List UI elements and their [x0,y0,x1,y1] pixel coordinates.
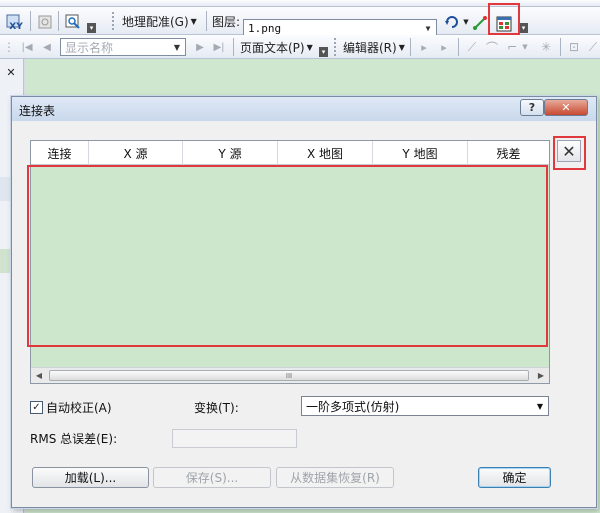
point-icon[interactable]: ✳ [538,38,554,56]
toolbar-overflow-icon[interactable]: ▾ [319,47,328,57]
dialog-titlebar[interactable]: 连接表 ? ✕ [12,97,596,121]
editor-menu[interactable]: 编辑器(R) ▼ [343,38,405,56]
next-page-icon[interactable]: ▶ [192,38,208,56]
dialog-title: 连接表 [19,104,56,118]
column-header-x-map[interactable]: X 地图 [278,141,373,165]
highlight-delete-link-button [553,136,586,170]
rms-error-label: RMS 总误差(E): [30,432,118,446]
display-name-input[interactable]: 显示名称 ▼ [60,38,186,56]
link-table-header: 连接 X 源 Y 源 X 地图 Y 地图 残差 [31,141,549,165]
chevron-down-icon: ▼ [536,401,544,411]
horizontal-scrollbar[interactable]: ◀ III ▶ [31,367,549,383]
link-table-dialog: 连接表 ? ✕ 连接 X 源 Y 源 X 地图 Y 地图 残差 ◀ III ▶ … [11,96,597,508]
toolbar-grip-icon: ⋮ [3,40,15,54]
chevron-down-icon: ▼ [306,42,313,52]
georeferencing-menu[interactable]: 地理配准(G) ▼ [122,12,197,30]
help-button[interactable]: ? [520,99,544,116]
scrollbar-thumb[interactable]: III [49,370,529,381]
edit-annotation-icon[interactable]: ▸ [436,38,452,56]
zoom-to-layer-icon[interactable] [64,13,82,31]
close-icon[interactable]: ✕ [4,65,18,79]
layout-toolbar: ⋮ |◀ ◀ 显示名称 ▼ ▶ ▶| 页面文本(P) ▼ ▾ 编辑器(R) ▼ … [0,35,600,59]
reshape-icon[interactable]: ⟋ [586,38,600,56]
first-page-icon[interactable]: |◀ [18,38,36,56]
scroll-left-icon[interactable]: ◀ [31,368,47,383]
column-header-y-map[interactable]: Y 地图 [373,141,468,165]
last-page-icon[interactable]: ▶| [210,38,228,56]
xy-tool-icon[interactable]: XY [8,20,24,34]
toolbar-overflow-icon[interactable]: ▾ [87,23,96,33]
edit-tool-icon[interactable]: ▸ [416,38,432,56]
load-button[interactable]: 加载(L)... [32,467,149,488]
chevron-down-icon: ▼ [425,23,431,33]
edit-vertices-icon[interactable]: ⊡ [566,38,582,56]
dialog-close-button[interactable]: ✕ [544,99,588,116]
transform-label: 变换(T): [194,401,239,415]
column-header-link[interactable]: 连接 [31,141,89,165]
chevron-down-icon: ▼ [190,16,197,26]
auto-adjust-label: 自动校正(A) [46,401,112,415]
highlight-table-body [27,165,548,347]
column-header-residual[interactable]: 残差 [468,141,549,165]
rms-error-field [172,429,297,448]
straight-segment-icon[interactable]: ⟋ [464,38,480,56]
trace-icon[interactable]: ⌐ [504,38,520,56]
ok-button[interactable]: 确定 [478,467,551,488]
chevron-down-icon: ▼ [173,42,181,52]
auto-adjust-checkbox[interactable]: ✓ 自动校正(A) [30,399,112,416]
chevron-down-icon: ▼ [398,42,405,52]
scroll-right-icon[interactable]: ▶ [533,368,549,383]
checkmark-icon: ✓ [30,401,43,414]
end-point-arc-icon[interactable]: ⌒ [484,38,500,56]
page-text-menu[interactable]: 页面文本(P) ▼ [240,38,313,56]
rotate-icon[interactable] [441,12,463,32]
previous-page-icon[interactable]: ◀ [38,38,56,56]
toolbar-overflow-icon[interactable]: ▾ [519,23,528,33]
layer-label: 图层: [212,14,241,29]
column-header-y-source[interactable]: Y 源 [183,141,278,165]
transform-select[interactable]: 一阶多项式(仿射) ▼ [301,396,549,416]
highlight-link-table-button [488,3,520,35]
identify-icon[interactable] [36,13,54,31]
rotate-dropdown-icon[interactable]: ▼ [462,17,470,27]
add-control-points-icon[interactable] [471,13,489,33]
save-button[interactable]: 保存(S)... [153,467,271,488]
restore-from-dataset-button[interactable]: 从数据集恢复(R) [276,467,394,488]
chevron-down-icon[interactable]: ▼ [520,38,530,56]
column-header-x-source[interactable]: X 源 [89,141,183,165]
